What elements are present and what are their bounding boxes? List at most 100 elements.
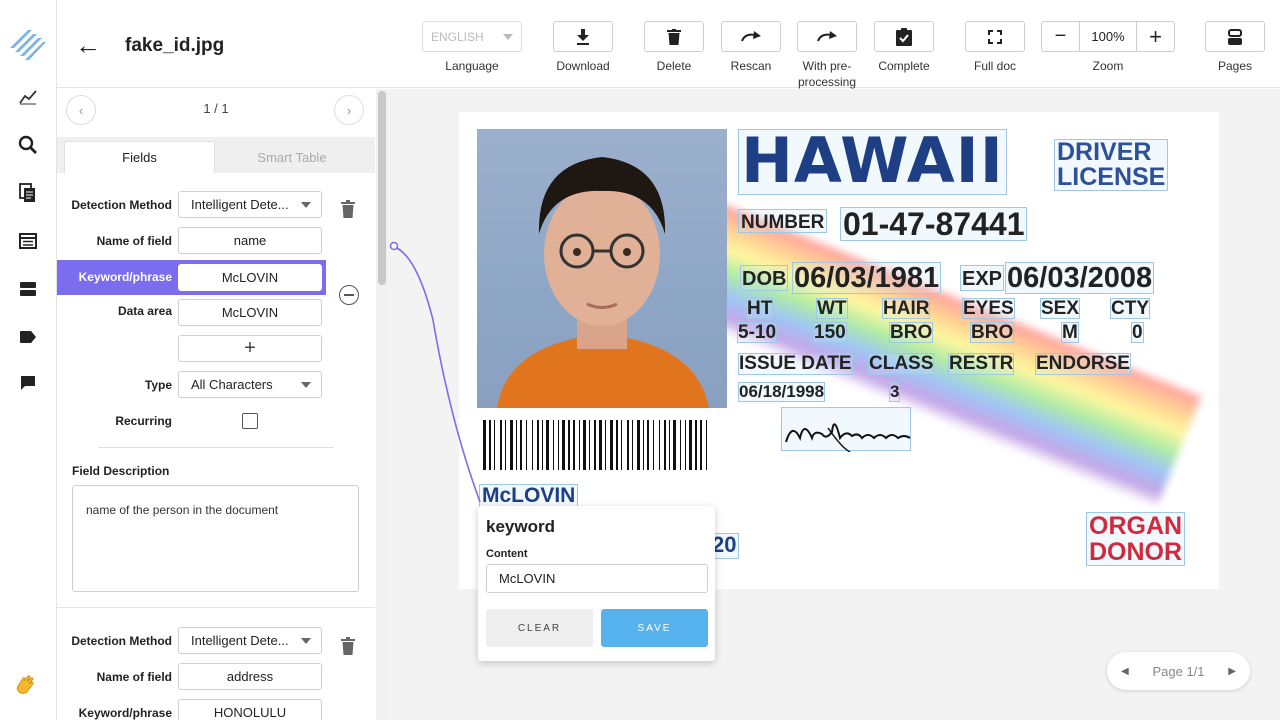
exp-label-text: EXP [960,265,1005,291]
organ-donor-line2: DONOR [1089,538,1183,566]
wave-hand-icon[interactable] [14,672,38,696]
attr-label-text: HT [746,298,774,319]
issue-label-text: CLASS [868,353,935,375]
redo-icon [741,30,761,41]
download-button[interactable] [553,21,613,52]
popup-content-input[interactable]: McLOVIN [486,564,708,593]
attr-value-text: 5-10 [737,322,778,343]
download-control: Download [553,21,613,74]
chevron-down-icon [301,201,311,208]
table-icon[interactable] [16,229,40,253]
chat-icon[interactable] [16,371,40,395]
delete-field-button[interactable] [340,637,356,655]
popup-content-label: Content [486,548,528,560]
doc-type-line1: DRIVER [1057,138,1152,166]
preprocessing-button[interactable] [797,21,857,52]
trash-icon [341,200,355,218]
zoom-in-button[interactable]: + [1136,22,1174,51]
next-page-button[interactable]: › [334,95,364,125]
logo-icon[interactable] [8,22,48,62]
type-value: All Characters [191,377,273,392]
analytics-icon[interactable] [16,85,40,109]
label-tag-icon[interactable] [16,325,40,349]
attr-value-text: 0 [1131,322,1144,343]
recurring-label: Recurring [115,414,172,428]
page-nav-label: Page 1/1 [1152,663,1205,679]
type-select[interactable]: All Characters [178,371,322,398]
delete-control: Delete [644,21,704,74]
delete-field-button[interactable] [340,200,356,218]
back-arrow-icon[interactable]: ← [75,32,101,58]
field-description-label: Field Description [72,464,170,478]
language-select[interactable]: ENGLISH [422,21,522,52]
issue-value-text: 3 [889,382,901,402]
recurring-checkbox[interactable] [242,413,258,429]
complete-control: Complete [874,21,934,74]
fields-panel: ‹ 1 / 1 › Fields Smart Table Detection M… [57,89,387,720]
preprocessing-label: With pre- processing [798,58,856,90]
top-toolbar: ← fake_id.jpg ENGLISH Language Download … [57,0,1280,90]
detection-method-select[interactable]: Intelligent Dete... [178,191,322,218]
scrollbar-thumb[interactable] [378,91,386,285]
divider [57,607,375,608]
exp-value-text: 06/03/2008 [1005,262,1155,294]
prev-page-arrow-icon[interactable]: ◀ [1121,666,1129,677]
pages-button[interactable] [1205,21,1265,52]
chevron-right-icon: › [346,102,352,118]
field-name-input[interactable]: name [178,227,322,254]
signature-image [781,407,911,453]
doc-type-text: DRIVER LICENSE [1054,138,1169,191]
id-photo [477,129,727,408]
attr-label-text: CTY [1110,298,1150,319]
divider [98,447,334,448]
preprocessing-label-line2: processing [797,75,857,89]
complete-button[interactable] [874,21,934,52]
search-icon[interactable] [16,133,40,157]
documents-icon[interactable] [16,181,40,205]
field-name-input[interactable]: address [178,663,322,690]
detection-method-select[interactable]: Intelligent Dete... [178,627,322,654]
organ-donor-text: ORGAN DONOR [1086,512,1186,566]
app-root: ← fake_id.jpg ENGLISH Language Download … [0,0,1280,720]
redo-icon [817,30,837,41]
tab-fields[interactable]: Fields [64,141,215,173]
field-name-label: Name of field [96,234,172,248]
tab-smart-table[interactable]: Smart Table [217,141,367,173]
chevron-down-icon [301,637,311,644]
file-title: fake_id.jpg [125,35,225,56]
language-value: ENGLISH [431,29,484,44]
keyword-input[interactable]: HONOLULU [178,699,322,720]
remove-circle-icon[interactable] [339,285,359,305]
field-description-textarea[interactable]: name of the person in the document [72,485,359,592]
rescan-button[interactable] [721,21,781,52]
keyword-label: Keyword/phrase [78,706,172,720]
attr-label-text: SEX [1040,298,1081,319]
zoom-out-button[interactable]: − [1042,22,1080,51]
attr-value-text: BRO [889,322,934,343]
storage-icon[interactable] [16,277,40,301]
detection-method-label: Detection Method [71,634,172,648]
delete-button[interactable] [644,21,704,52]
data-area-input[interactable]: McLOVIN [178,299,322,326]
pages-control: Pages [1205,21,1265,74]
attr-value-text: M [1061,322,1079,343]
barcode [481,420,711,472]
fulldoc-button[interactable] [965,21,1025,52]
fulldoc-label: Full doc [973,59,1017,73]
save-button[interactable]: SAVE [601,609,708,647]
popup-title: keyword [486,517,555,536]
panel-scrollbar[interactable] [376,89,388,720]
next-page-arrow-icon[interactable]: ▶ [1228,666,1236,677]
trash-icon [341,637,355,655]
add-data-area-button[interactable]: + [178,335,322,362]
page-indicator: 1 / 1 [203,101,229,116]
dob-value-text: 06/03/1981 [792,262,942,294]
issue-label-text: ISSUE DATE [738,353,853,375]
keyword-input[interactable]: McLOVIN [178,264,322,291]
attr-value-text: 150 [813,322,847,343]
clear-button[interactable]: CLEAR [486,609,593,647]
page-navigator: ◀ Page 1/1 ▶ [1107,652,1250,690]
zoom-control: − 100% + Zoom [1041,21,1175,74]
chevron-down-icon [503,33,513,40]
nav-rail [0,0,57,720]
